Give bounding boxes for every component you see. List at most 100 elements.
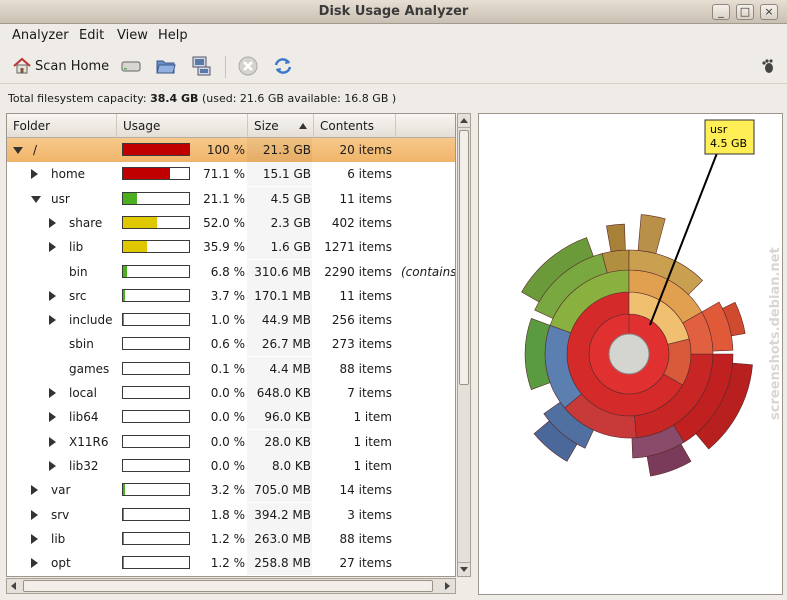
tree-row[interactable]: lib 35.9 % 1.6 GB 1271 items	[7, 235, 455, 260]
scroll-right-arrow[interactable]	[441, 579, 455, 593]
menu-edit[interactable]: Edit	[79, 28, 104, 43]
sort-ascending-icon	[299, 123, 307, 129]
stop-button[interactable]	[237, 53, 259, 79]
menu-analyzer[interactable]: Analyzer	[12, 28, 69, 43]
tree-row[interactable]: sbin 0.6 % 26.7 MB 273 items	[7, 332, 455, 357]
column-usage[interactable]: Usage	[117, 114, 248, 138]
tree-row[interactable]: src 3.7 % 170.1 MB 11 items	[7, 283, 455, 308]
tree-row[interactable]: bin 6.8 % 310.6 MB 2290 items (contains	[7, 259, 455, 284]
expander-closed-icon[interactable]	[49, 315, 56, 326]
usage-bar-fill	[123, 484, 126, 496]
watermark: screenshots.debian.net	[765, 190, 785, 440]
folder-contents: 256 items	[331, 313, 392, 328]
folder-name: local	[69, 386, 97, 400]
usage-bar	[122, 313, 190, 327]
close-button[interactable]: ×	[760, 4, 778, 20]
scroll-left-arrow[interactable]	[7, 579, 21, 593]
ring-center-circle[interactable]	[608, 333, 650, 375]
scroll-down-arrow[interactable]	[458, 562, 470, 576]
ring-level4-segment[interactable]	[601, 249, 630, 274]
tree-row[interactable]: var 3.2 % 705.0 MB 14 items	[7, 478, 455, 503]
watermark-text: screenshots.debian.net	[768, 247, 783, 420]
scroll-thumb[interactable]	[459, 130, 469, 385]
expander-closed-icon[interactable]	[49, 242, 56, 253]
tree-row[interactable]: games 0.1 % 4.4 MB 88 items	[7, 356, 455, 381]
usage-bar-fill	[123, 216, 158, 228]
window-title: Disk Usage Analyzer	[318, 4, 469, 19]
usage-bar	[122, 337, 190, 351]
toolbar-separator	[225, 56, 226, 78]
ring-level5-segment[interactable]	[637, 214, 666, 254]
tree-row[interactable]: local 0.0 % 648.0 KB 7 items	[7, 381, 455, 405]
scan-remote-button[interactable]	[190, 53, 212, 79]
tree-row[interactable]: share 52.0 % 2.3 GB 402 items	[7, 210, 455, 235]
column-contents[interactable]: Contents	[314, 114, 396, 138]
expander-closed-icon[interactable]	[31, 558, 38, 569]
tree-row[interactable]: usr 21.1 % 4.5 GB 11 items	[7, 186, 455, 211]
tree-row[interactable]: include 1.0 % 44.9 MB 256 items	[7, 308, 455, 333]
tooltip-name: usr	[710, 123, 728, 136]
column-folder[interactable]: Folder	[7, 114, 117, 138]
usage-bar	[122, 361, 190, 375]
folder-contents: 7 items	[347, 386, 392, 400]
horizontal-scrollbar[interactable]	[6, 578, 456, 594]
expander-closed-icon[interactable]	[31, 485, 38, 496]
tree-row[interactable]: srv 1.8 % 394.2 MB 3 items	[7, 502, 455, 527]
tree-row[interactable]: / 100 % 21.3 GB 20 items	[7, 138, 455, 162]
expander-closed-icon[interactable]	[31, 169, 38, 180]
minimize-button[interactable]: _	[712, 4, 730, 20]
ring-level5-segment[interactable]	[606, 223, 626, 252]
usage-percent: 0.0 %	[210, 410, 245, 425]
folder-tree[interactable]: Folder Usage Size Contents / 100 % 21.3 GB…	[6, 113, 456, 577]
expander-open-icon[interactable]	[31, 195, 41, 203]
tree-row[interactable]: lib64 0.0 % 96.0 KB 1 item	[7, 405, 455, 430]
scan-filesystem-button[interactable]	[120, 53, 142, 79]
tree-row[interactable]: home 71.1 % 15.1 GB 6 items	[7, 162, 455, 187]
column-size[interactable]: Size	[248, 114, 314, 138]
expander-closed-icon[interactable]	[49, 412, 56, 423]
scan-home-button[interactable]: Scan Home	[12, 53, 109, 79]
gnome-foot-icon-area	[760, 53, 776, 79]
usage-percent: 0.0 %	[210, 458, 245, 473]
expander-closed-icon[interactable]	[49, 436, 56, 447]
usage-percent: 3.7 %	[210, 288, 245, 303]
expander-closed-icon[interactable]	[31, 509, 38, 520]
folder-name: home	[51, 167, 86, 182]
maximize-button[interactable]: □	[736, 4, 754, 20]
folder-size: 170.1 MB	[254, 288, 311, 303]
home-icon	[13, 57, 31, 74]
usage-bar-fill	[123, 241, 147, 253]
folder-name: src	[69, 288, 87, 303]
folder-name: lib64	[69, 410, 99, 425]
tree-row[interactable]: opt 1.2 % 258.8 MB 27 items	[7, 551, 455, 576]
expander-closed-icon[interactable]	[49, 460, 56, 471]
refresh-button[interactable]	[272, 53, 294, 79]
column-size-label: Size	[254, 119, 279, 133]
expander-closed-icon[interactable]	[49, 217, 56, 228]
ring-chart-pane[interactable]: usr 4.5 GB	[478, 113, 783, 595]
folder-open-icon	[156, 60, 176, 74]
vertical-scrollbar[interactable]	[457, 113, 471, 577]
menu-view[interactable]: View	[117, 28, 148, 43]
scan-folder-button[interactable]	[155, 53, 177, 79]
tree-row[interactable]: X11R6 0.0 % 28.0 KB 1 item	[7, 429, 455, 454]
expander-closed-icon[interactable]	[31, 533, 38, 544]
tree-row[interactable]: lib 1.2 % 263.0 MB 88 items	[7, 526, 455, 551]
folder-size: 4.5 GB	[270, 191, 311, 206]
menu-help[interactable]: Help	[158, 28, 188, 43]
folder-name: share	[69, 215, 103, 230]
tree-row[interactable]: lib32 0.0 % 8.0 KB 1 item	[7, 453, 455, 478]
ring-chart[interactable]: usr 4.5 GB	[479, 114, 782, 594]
expander-closed-icon[interactable]	[49, 388, 56, 398]
folder-size: 21.3 GB	[262, 143, 311, 157]
folder-size: 15.1 GB	[262, 167, 311, 182]
expander-open-icon[interactable]	[13, 147, 23, 154]
usage-bar-fill	[123, 314, 124, 326]
usage-bar	[122, 288, 190, 302]
expander-closed-icon[interactable]	[49, 290, 56, 301]
hscroll-thumb[interactable]	[23, 580, 433, 592]
usage-bar-fill	[123, 144, 189, 155]
scroll-up-arrow[interactable]	[458, 114, 470, 128]
usage-percent: 0.0 %	[210, 386, 245, 400]
usage-percent: 52.0 %	[203, 215, 245, 230]
